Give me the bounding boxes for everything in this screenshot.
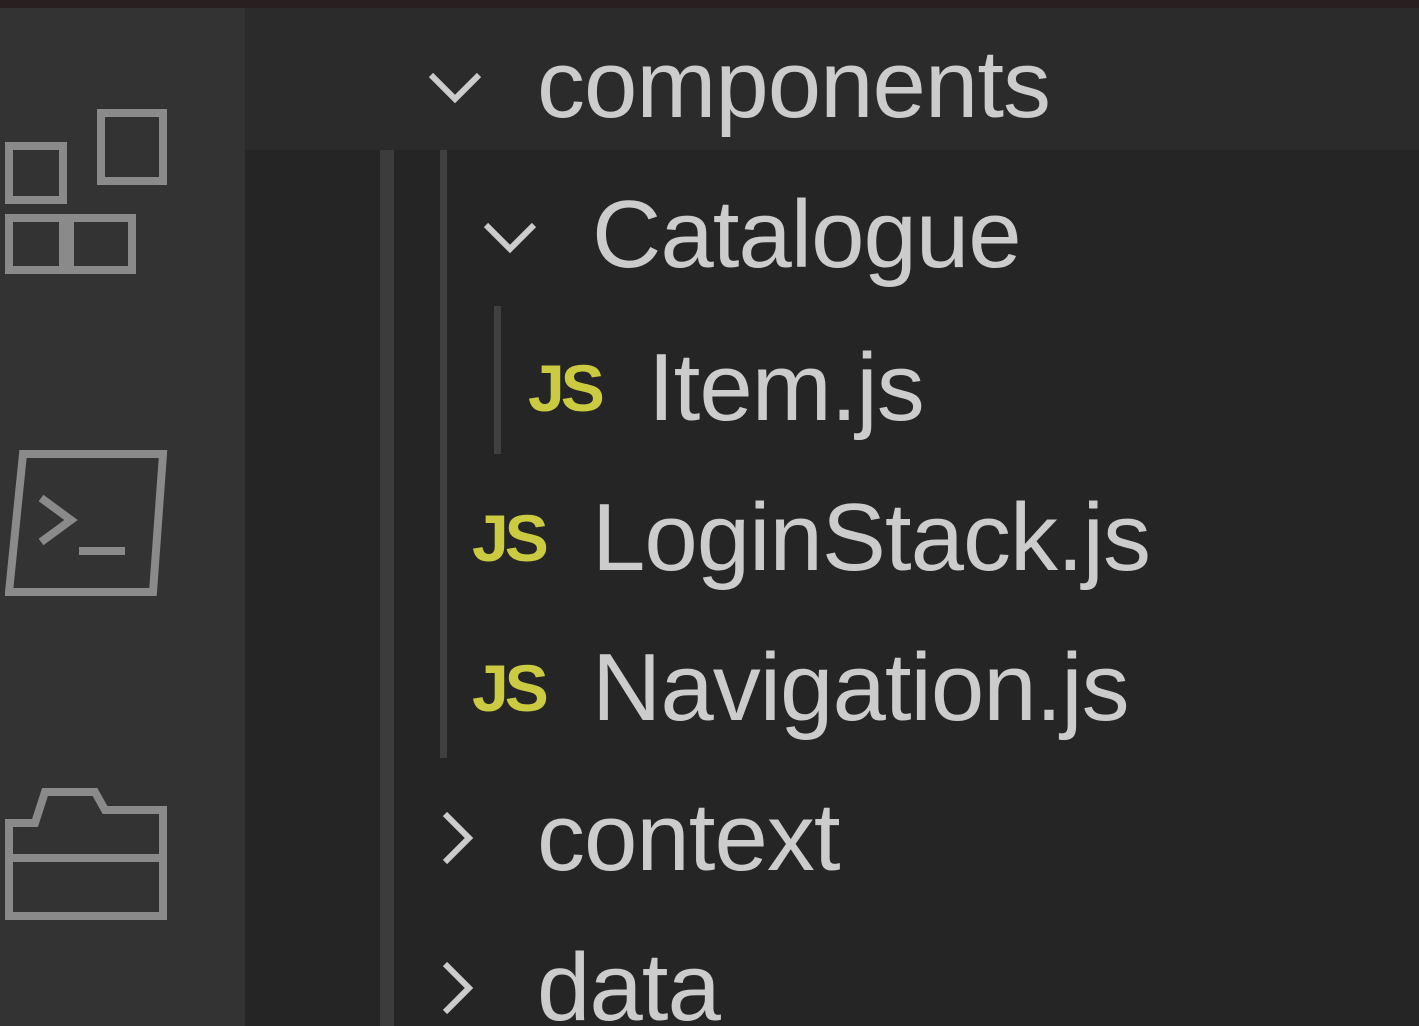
activity-bar-gap [245, 8, 380, 1026]
js-file-icon: JS [472, 651, 549, 725]
indent-guide [440, 150, 447, 758]
tree-item-catalogue[interactable]: Catalogue [480, 160, 1022, 310]
chevron-down-icon [483, 222, 537, 254]
tree-item-label: Item.js [648, 334, 925, 441]
tree-item-loginstack-js[interactable]: JS LoginStack.js [472, 463, 1151, 613]
terminal-icon[interactable] [5, 448, 170, 598]
activity-bar [0, 8, 245, 1026]
extensions-icon[interactable] [5, 103, 170, 283]
chevron-down-icon [428, 72, 482, 104]
js-file-icon: JS [528, 351, 605, 425]
indent-guide [494, 306, 501, 454]
tree-item-data[interactable]: data [425, 913, 721, 1026]
tree-item-label: context [537, 784, 841, 891]
tree-item-label: Navigation.js [592, 634, 1130, 741]
tree-item-item-js[interactable]: JS Item.js [528, 313, 925, 463]
tree-item-context[interactable]: context [425, 763, 841, 913]
tree-item-label: components [537, 31, 1051, 138]
tree-item-components[interactable]: components [425, 10, 1051, 160]
chevron-right-icon [442, 961, 474, 1015]
js-file-icon: JS [472, 501, 549, 575]
tree-item-label: Catalogue [592, 181, 1022, 288]
tree-item-navigation-js[interactable]: JS Navigation.js [472, 613, 1130, 763]
tree-item-label: data [537, 934, 721, 1026]
sidebar-divider [380, 8, 394, 1026]
window-frame: components Catalogue JS Item.js JS Login… [0, 8, 1419, 1026]
tree-item-label: LoginStack.js [592, 484, 1151, 591]
chevron-right-icon [442, 811, 474, 865]
folder-icon[interactable] [5, 778, 170, 923]
